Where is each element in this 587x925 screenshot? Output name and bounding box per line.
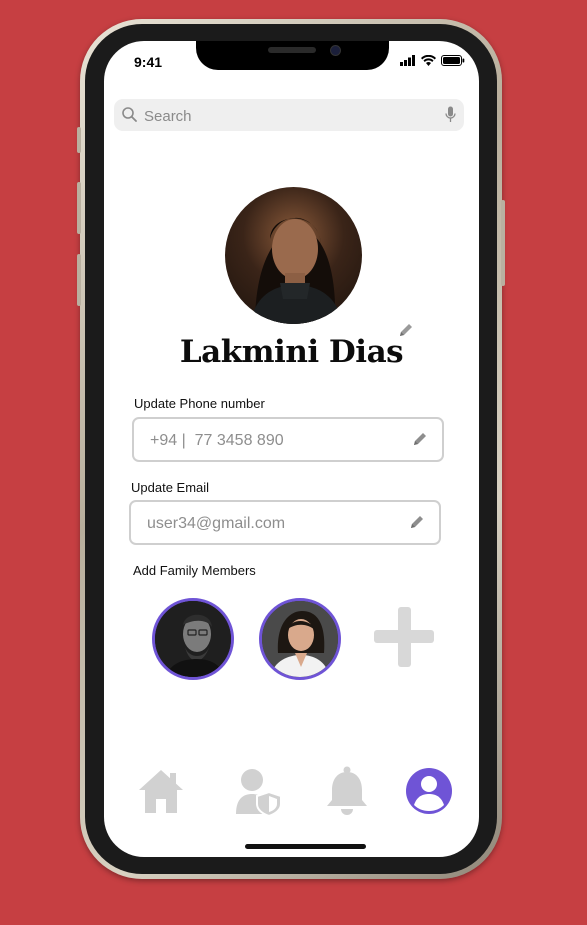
family-member-avatar[interactable] [259,598,341,680]
phone-field[interactable] [132,417,444,462]
profile-avatar[interactable] [225,187,362,324]
user-shield-icon[interactable] [234,768,282,816]
phone-screen: 9:41 Search Lakmini Dias Update Phone nu… [104,41,479,857]
email-input[interactable] [145,502,389,545]
silent-switch [77,127,81,153]
home-icon[interactable] [137,767,185,815]
home-indicator[interactable] [245,844,366,849]
add-family-member-button[interactable] [374,607,434,667]
bell-icon[interactable] [323,766,371,816]
volume-down-button [77,254,81,306]
search-icon [122,107,137,122]
status-icons [400,55,465,66]
notch [196,41,389,70]
profile-photo [250,217,343,324]
power-button [501,200,505,286]
email-field[interactable] [129,500,441,545]
family-member-photo [262,601,338,677]
signal-icon [400,55,415,66]
edit-email-icon[interactable] [409,514,425,530]
family-member-avatar[interactable] [152,598,234,680]
profile-name: Lakmini Dias [179,334,404,370]
search-input[interactable] [142,99,436,133]
email-label: Update Email [131,480,210,495]
family-label: Add Family Members [133,563,256,578]
battery-icon [441,55,465,66]
profile-icon[interactable] [405,767,453,815]
phone-input[interactable] [148,419,392,462]
volume-up-button [77,182,81,234]
search-bar[interactable] [114,99,464,133]
edit-phone-icon[interactable] [412,431,428,447]
family-member-photo [155,601,231,677]
tab-bar [104,761,479,821]
phone-label: Update Phone number [134,396,265,411]
wifi-icon [421,55,436,66]
status-time: 9:41 [134,54,163,70]
microphone-icon[interactable] [445,106,456,123]
